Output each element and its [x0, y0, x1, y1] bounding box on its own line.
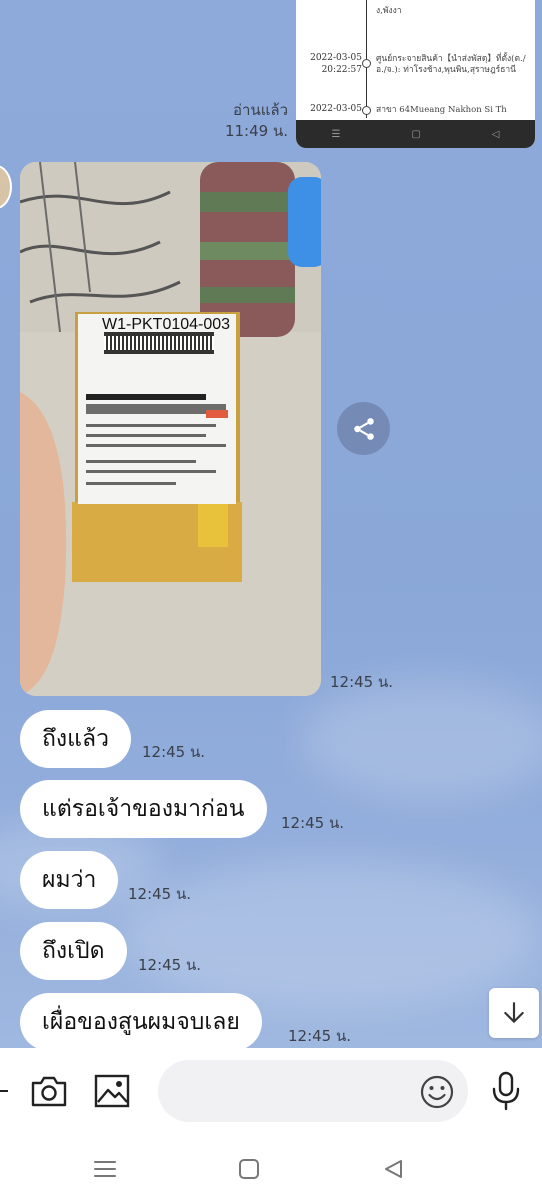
image-icon — [94, 1074, 130, 1108]
message-time: 12:45 น. — [138, 956, 202, 974]
avatar[interactable] — [0, 165, 12, 209]
message-text: เผื่อของสูนผมจบเลย — [42, 1009, 240, 1035]
message-bubble[interactable]: เผื่อของสูนผมจบเลย — [20, 993, 262, 1048]
message-bubble[interactable]: ถึงแล้ว — [20, 710, 131, 768]
message-text: ผมว่า — [42, 867, 97, 893]
scroll-down-button[interactable] — [489, 988, 539, 1038]
home-button[interactable] — [234, 1154, 264, 1184]
background-cloud — [300, 680, 542, 800]
message-input-bar — [0, 1048, 542, 1134]
screenshot-nav-bar: ☰ ▢ ◁ — [296, 120, 535, 148]
voice-button[interactable] — [486, 1068, 526, 1114]
smiley-icon — [420, 1075, 454, 1109]
message-time: 12:45 น. — [128, 885, 192, 903]
home-icon: ▢ — [411, 128, 421, 140]
system-nav-bar — [0, 1134, 542, 1200]
home-icon — [239, 1159, 259, 1179]
tracking-date: 2022-03-05 — [310, 53, 362, 63]
timeline-dot — [362, 59, 371, 68]
message-bubble[interactable]: ผมว่า — [20, 851, 119, 909]
menu-icon: ☰ — [331, 128, 341, 140]
chat-area[interactable]: ง,พังงา 2022-03-05 20:22:57 ศูนย์กระจายส… — [0, 0, 542, 1048]
tracking-date: 2022-03-05 — [310, 104, 362, 114]
shared-screenshot-image[interactable]: ง,พังงา 2022-03-05 20:22:57 ศูนย์กระจายส… — [296, 0, 535, 148]
message-time: 12:45 น. — [281, 814, 345, 832]
message-time: 12:45 น. — [142, 743, 206, 761]
back-button[interactable] — [378, 1154, 408, 1184]
read-status: อ่านแล้ว — [233, 101, 288, 119]
emoji-button[interactable] — [417, 1072, 457, 1112]
gallery-button[interactable] — [91, 1070, 133, 1112]
share-button[interactable] — [337, 402, 390, 455]
parcel-label-code: W1-PKT0104-003 — [102, 316, 230, 333]
camera-icon — [31, 1076, 67, 1107]
microphone-icon — [492, 1071, 520, 1111]
read-time: 11:49 น. — [224, 122, 288, 140]
recent-apps-button[interactable] — [90, 1156, 120, 1182]
message-bubble[interactable]: ถึงเปิด — [20, 922, 127, 980]
tracking-text: สาขา 64Mueang Nakhon Si Th — [376, 105, 507, 115]
tracking-text: ง,พังงา — [376, 6, 402, 16]
read-receipt: อ่านแล้ว 11:49 น. — [212, 100, 288, 142]
plus-icon — [0, 1090, 8, 1092]
message-text: แต่รอเจ้าของมาก่อน — [42, 796, 245, 822]
menu-icon — [94, 1161, 116, 1177]
photo-message[interactable]: W1-PKT0104-003 — [20, 162, 321, 696]
message-time: 12:45 น. — [288, 1027, 352, 1045]
share-icon — [353, 417, 374, 440]
camera-button[interactable] — [28, 1070, 70, 1112]
message-text: ถึงแล้ว — [42, 726, 109, 752]
more-button[interactable] — [0, 1076, 10, 1106]
arrow-down-icon — [504, 1002, 524, 1023]
message-bubble[interactable]: แต่รอเจ้าของมาก่อน — [20, 780, 267, 838]
message-text: ถึงเปิด — [42, 938, 105, 964]
back-icon — [385, 1160, 402, 1178]
tracking-text: ศูนย์กระจายสินค้า【นำส่งพัสดุ】ที่ตั้ง(ต./… — [376, 54, 526, 75]
back-icon: ◁ — [491, 128, 500, 140]
photo-time: 12:45 น. — [330, 673, 394, 691]
parcel-photo: W1-PKT0104-003 — [20, 162, 321, 696]
tracking-time: 20:22:57 — [321, 65, 362, 75]
timeline-dot — [362, 106, 371, 115]
